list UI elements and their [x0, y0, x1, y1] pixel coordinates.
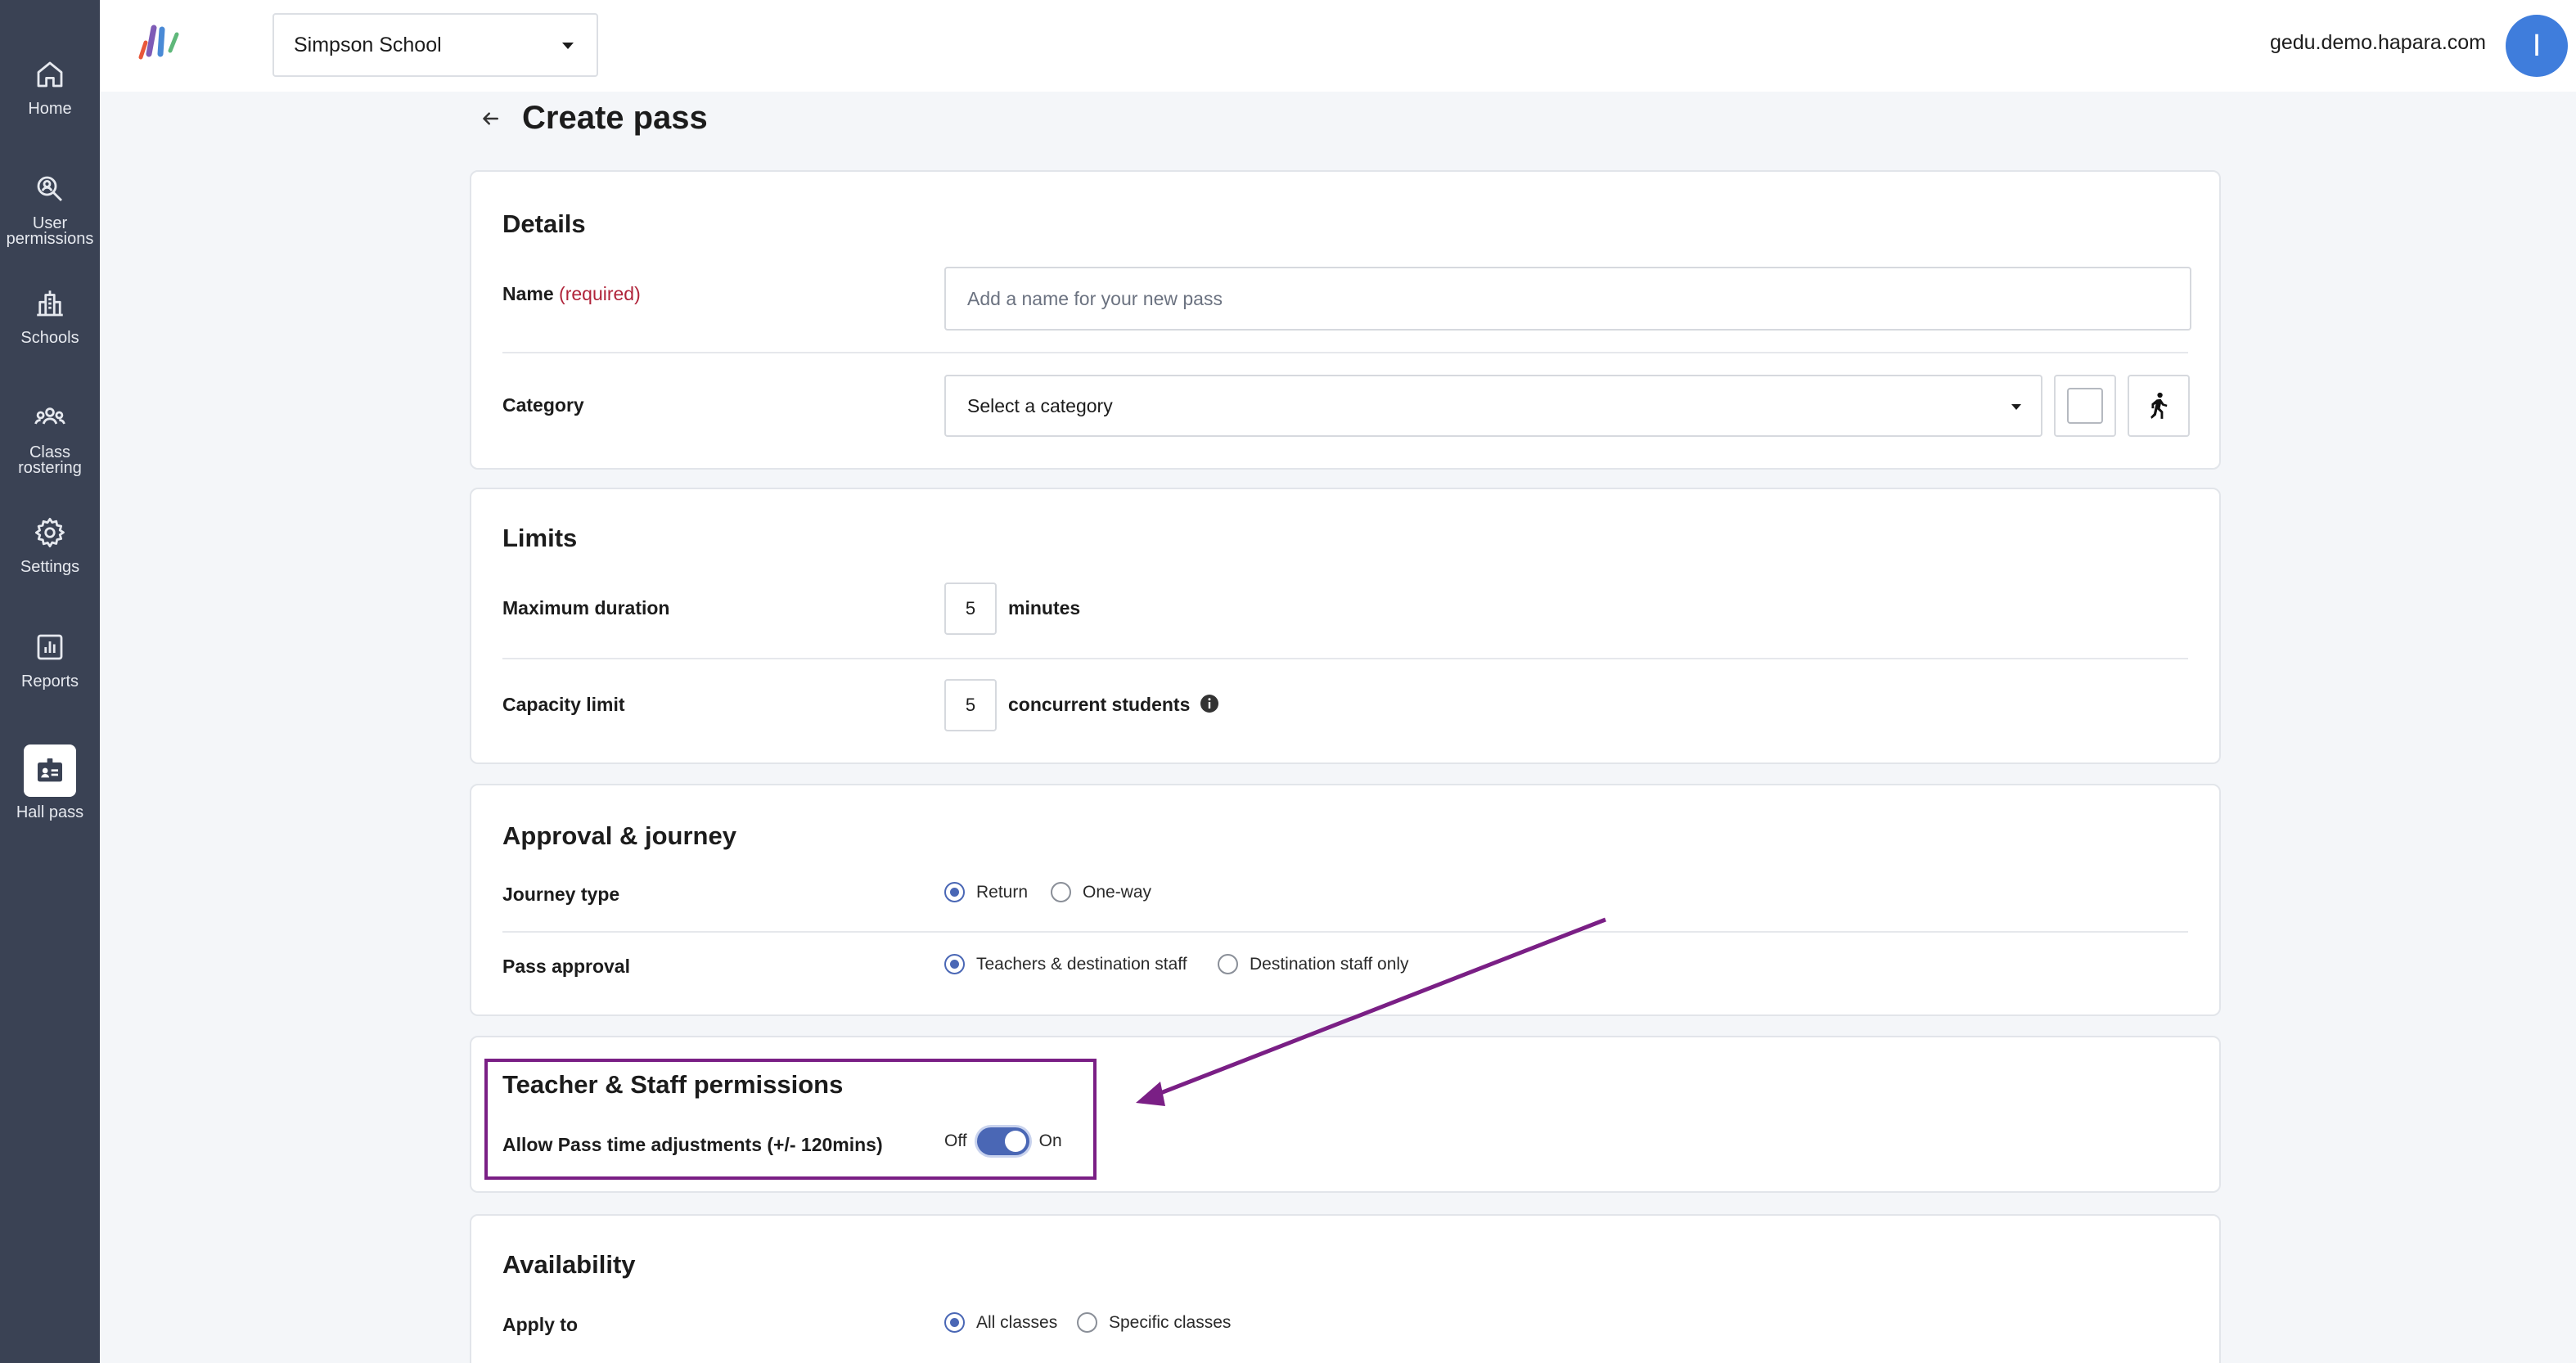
journey-one-way-label: One-way: [1083, 882, 1152, 902]
radio-checked: [944, 882, 965, 902]
nav-class-rostering[interactable]: Class rostering: [0, 401, 100, 515]
availability-card: Availability Apply to All classes Specif…: [470, 1214, 2221, 1363]
hapara-logo-icon: [138, 25, 179, 60]
radio-checked: [944, 954, 965, 974]
category-color-button[interactable]: [2054, 375, 2116, 437]
approval-teachers-radio[interactable]: Teachers & destination staff: [944, 954, 1187, 974]
home-icon: [37, 61, 63, 88]
name-label: Name (required): [502, 283, 641, 305]
category-icon-button[interactable]: [2128, 375, 2190, 437]
walking-person-icon: [2150, 392, 2168, 419]
limits-divider: [502, 658, 2188, 659]
nav-home[interactable]: Home: [0, 57, 100, 172]
hall-pass-icon-box: [24, 744, 76, 797]
name-label-text: Name: [502, 283, 554, 304]
approval-destination-label: Destination staff only: [1250, 954, 1409, 974]
category-select-value: Select a category: [967, 394, 1113, 416]
capacity-unit: concurrent students: [1008, 694, 1191, 715]
journey-return-radio[interactable]: Return: [944, 882, 1028, 902]
top-header: Simpson School gedu.demo.hapara.com I: [100, 0, 2576, 92]
pass-approval-label: Pass approval: [502, 956, 630, 977]
avatar[interactable]: I: [2506, 15, 2568, 77]
reports-icon: [37, 634, 63, 660]
gear-icon: [34, 517, 65, 548]
nav-schools-label: Schools: [20, 329, 79, 347]
radio-checked: [944, 1312, 965, 1333]
radio-unchecked: [1218, 954, 1238, 974]
nav-user-permissions-label: User permissions: [6, 214, 94, 248]
nav-reports[interactable]: Reports: [0, 630, 100, 744]
time-adjustments-toggle[interactable]: [976, 1127, 1029, 1155]
permissions-title: Teacher & Staff permissions: [502, 1070, 844, 1099]
page-title: Create pass: [522, 100, 708, 136]
category-label: Category: [502, 394, 584, 416]
limits-title: Limits: [502, 524, 578, 552]
nav-reports-label: Reports: [20, 673, 79, 690]
nav-class-rostering-label: Class rostering: [18, 443, 82, 477]
nav-hall-pass[interactable]: Hall pass: [0, 744, 100, 859]
capacity-input[interactable]: [944, 679, 997, 731]
max-duration-label: Maximum duration: [502, 597, 670, 619]
capacity-label: Capacity limit: [502, 694, 625, 715]
time-adjustments-label: Allow Pass time adjustments (+/- 120mins…: [502, 1134, 883, 1155]
approval-divider: [502, 931, 2188, 933]
color-swatch: [2067, 388, 2103, 424]
toggle-off-label: Off: [944, 1131, 967, 1150]
permissions-card: Teacher & Staff permissions Allow Pass t…: [470, 1036, 2221, 1193]
details-divider: [502, 352, 2188, 353]
school-select[interactable]: Simpson School: [272, 13, 598, 77]
journey-one-way-radio[interactable]: One-way: [1051, 882, 1151, 902]
apply-to-label: Apply to: [502, 1314, 578, 1335]
apply-specific-classes-radio[interactable]: Specific classes: [1077, 1312, 1231, 1333]
toggle-knob: [1004, 1131, 1026, 1152]
max-duration-input[interactable]: [944, 583, 997, 635]
sidebar: Home User permissions Schools Class rost…: [0, 0, 100, 1363]
nav-settings[interactable]: Settings: [0, 515, 100, 630]
apply-all-classes-radio[interactable]: All classes: [944, 1312, 1057, 1333]
chevron-down-icon: [2011, 404, 2021, 410]
apply-all-classes-label: All classes: [976, 1312, 1058, 1332]
limits-card: Limits Maximum duration minutes Capacity…: [470, 488, 2221, 764]
required-indicator: (required): [559, 283, 641, 304]
toggle-on-label: On: [1038, 1131, 1062, 1150]
details-title: Details: [502, 209, 586, 238]
nav-hall-pass-label: Hall pass: [16, 803, 84, 821]
pass-name-input[interactable]: [944, 267, 2191, 331]
nav-home-label: Home: [28, 100, 72, 118]
availability-title: Availability: [502, 1250, 636, 1279]
approval-title: Approval & journey: [502, 821, 736, 850]
approval-destination-radio[interactable]: Destination staff only: [1218, 954, 1409, 974]
chevron-down-icon: [562, 43, 574, 49]
approval-teachers-label: Teachers & destination staff: [976, 954, 1187, 974]
schools-icon: [37, 290, 63, 317]
radio-unchecked: [1051, 882, 1071, 902]
user-search-icon: [37, 176, 62, 201]
radio-unchecked: [1077, 1312, 1097, 1333]
nav-settings-label: Settings: [20, 558, 80, 576]
hall-pass-icon: [38, 758, 62, 782]
info-icon[interactable]: [1200, 694, 1219, 713]
nav-schools[interactable]: Schools: [0, 286, 100, 401]
max-duration-unit: minutes: [1008, 597, 1081, 619]
class-rostering-icon: [34, 407, 65, 425]
details-card: Details Name (required) Category Select …: [470, 170, 2221, 470]
apply-specific-classes-label: Specific classes: [1109, 1312, 1232, 1332]
nav-user-permissions[interactable]: User permissions: [0, 172, 100, 286]
journey-type-label: Journey type: [502, 884, 620, 905]
school-select-value: Simpson School: [294, 33, 442, 56]
approval-card: Approval & journey Journey type Return O…: [470, 784, 2221, 1016]
domain-label: gedu.demo.hapara.com: [2269, 31, 2486, 54]
category-select[interactable]: Select a category: [944, 375, 2042, 437]
back-arrow-icon[interactable]: [478, 106, 502, 131]
journey-return-label: Return: [976, 882, 1029, 902]
time-adjustments-toggle-group: Off On: [944, 1127, 1062, 1155]
